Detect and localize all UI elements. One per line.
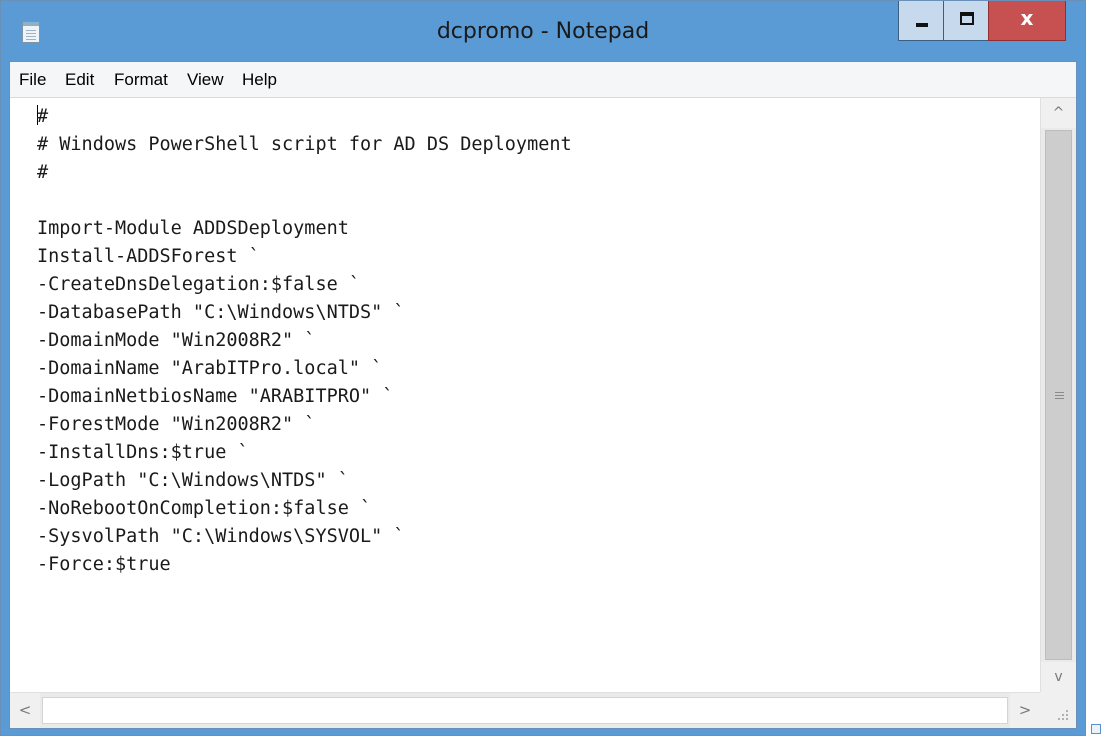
minimize-icon — [916, 23, 928, 27]
grip-icon — [1054, 392, 1064, 393]
client-area: File Edit Format View Help # # Windows P… — [9, 61, 1077, 729]
code-line: -ForestMode "Win2008R2" ` — [37, 414, 316, 435]
code-line: -LogPath "C:\Windows\NTDS" ` — [37, 470, 349, 491]
title-bar[interactable]: dcpromo - Notepad x — [1, 1, 1085, 61]
close-icon: x — [1020, 6, 1034, 30]
horizontal-scrollbar[interactable]: < > — [10, 692, 1040, 728]
minimize-button[interactable] — [898, 1, 944, 41]
code-line: -Force:$true — [37, 554, 171, 575]
menu-edit[interactable]: Edit — [65, 70, 94, 90]
maximize-icon — [960, 12, 974, 25]
menu-file[interactable]: File — [19, 70, 46, 90]
corner-marker-icon — [1091, 724, 1101, 734]
menu-bar: File Edit Format View Help — [10, 62, 1076, 98]
code-line: -DomainMode "Win2008R2" ` — [37, 330, 316, 351]
code-line: -NoRebootOnCompletion:$false ` — [37, 498, 372, 519]
scroll-up-button[interactable]: ^ — [1041, 98, 1076, 128]
vertical-scroll-thumb[interactable] — [1045, 130, 1072, 660]
code-line: -DomainNetbiosName "ARABITPRO" ` — [37, 386, 394, 407]
scroll-right-button[interactable]: > — [1010, 693, 1040, 728]
vertical-scrollbar[interactable]: ^ v — [1040, 98, 1076, 692]
scroll-down-button[interactable]: v — [1041, 662, 1076, 692]
code-line: -DomainName "ArabITPro.local" ` — [37, 358, 383, 379]
code-line: Import-Module ADDSDeployment — [37, 218, 349, 239]
notepad-window: dcpromo - Notepad x File Edit Format Vie… — [0, 0, 1086, 736]
code-line: -InstallDns:$true ` — [37, 442, 249, 463]
code-line: # — [37, 106, 49, 127]
horizontal-scroll-thumb[interactable] — [42, 697, 1008, 724]
menu-format[interactable]: Format — [114, 70, 168, 90]
menu-help[interactable]: Help — [242, 70, 277, 90]
maximize-button[interactable] — [943, 1, 989, 41]
code-line: -CreateDnsDelegation:$false ` — [37, 274, 361, 295]
text-editor[interactable]: # # Windows PowerShell script for AD DS … — [10, 98, 1040, 692]
resize-grip-icon[interactable] — [1040, 692, 1076, 728]
menu-view[interactable]: View — [187, 70, 224, 90]
scroll-left-button[interactable]: < — [10, 693, 40, 728]
code-line: -SysvolPath "C:\Windows\SYSVOL" ` — [37, 526, 405, 547]
code-line: Install-ADDSForest ` — [37, 246, 260, 267]
code-line: # Windows PowerShell script for AD DS De… — [37, 134, 572, 155]
code-line: # — [37, 162, 49, 183]
close-button[interactable]: x — [988, 1, 1066, 41]
code-line: -DatabasePath "C:\Windows\NTDS" ` — [37, 302, 405, 323]
